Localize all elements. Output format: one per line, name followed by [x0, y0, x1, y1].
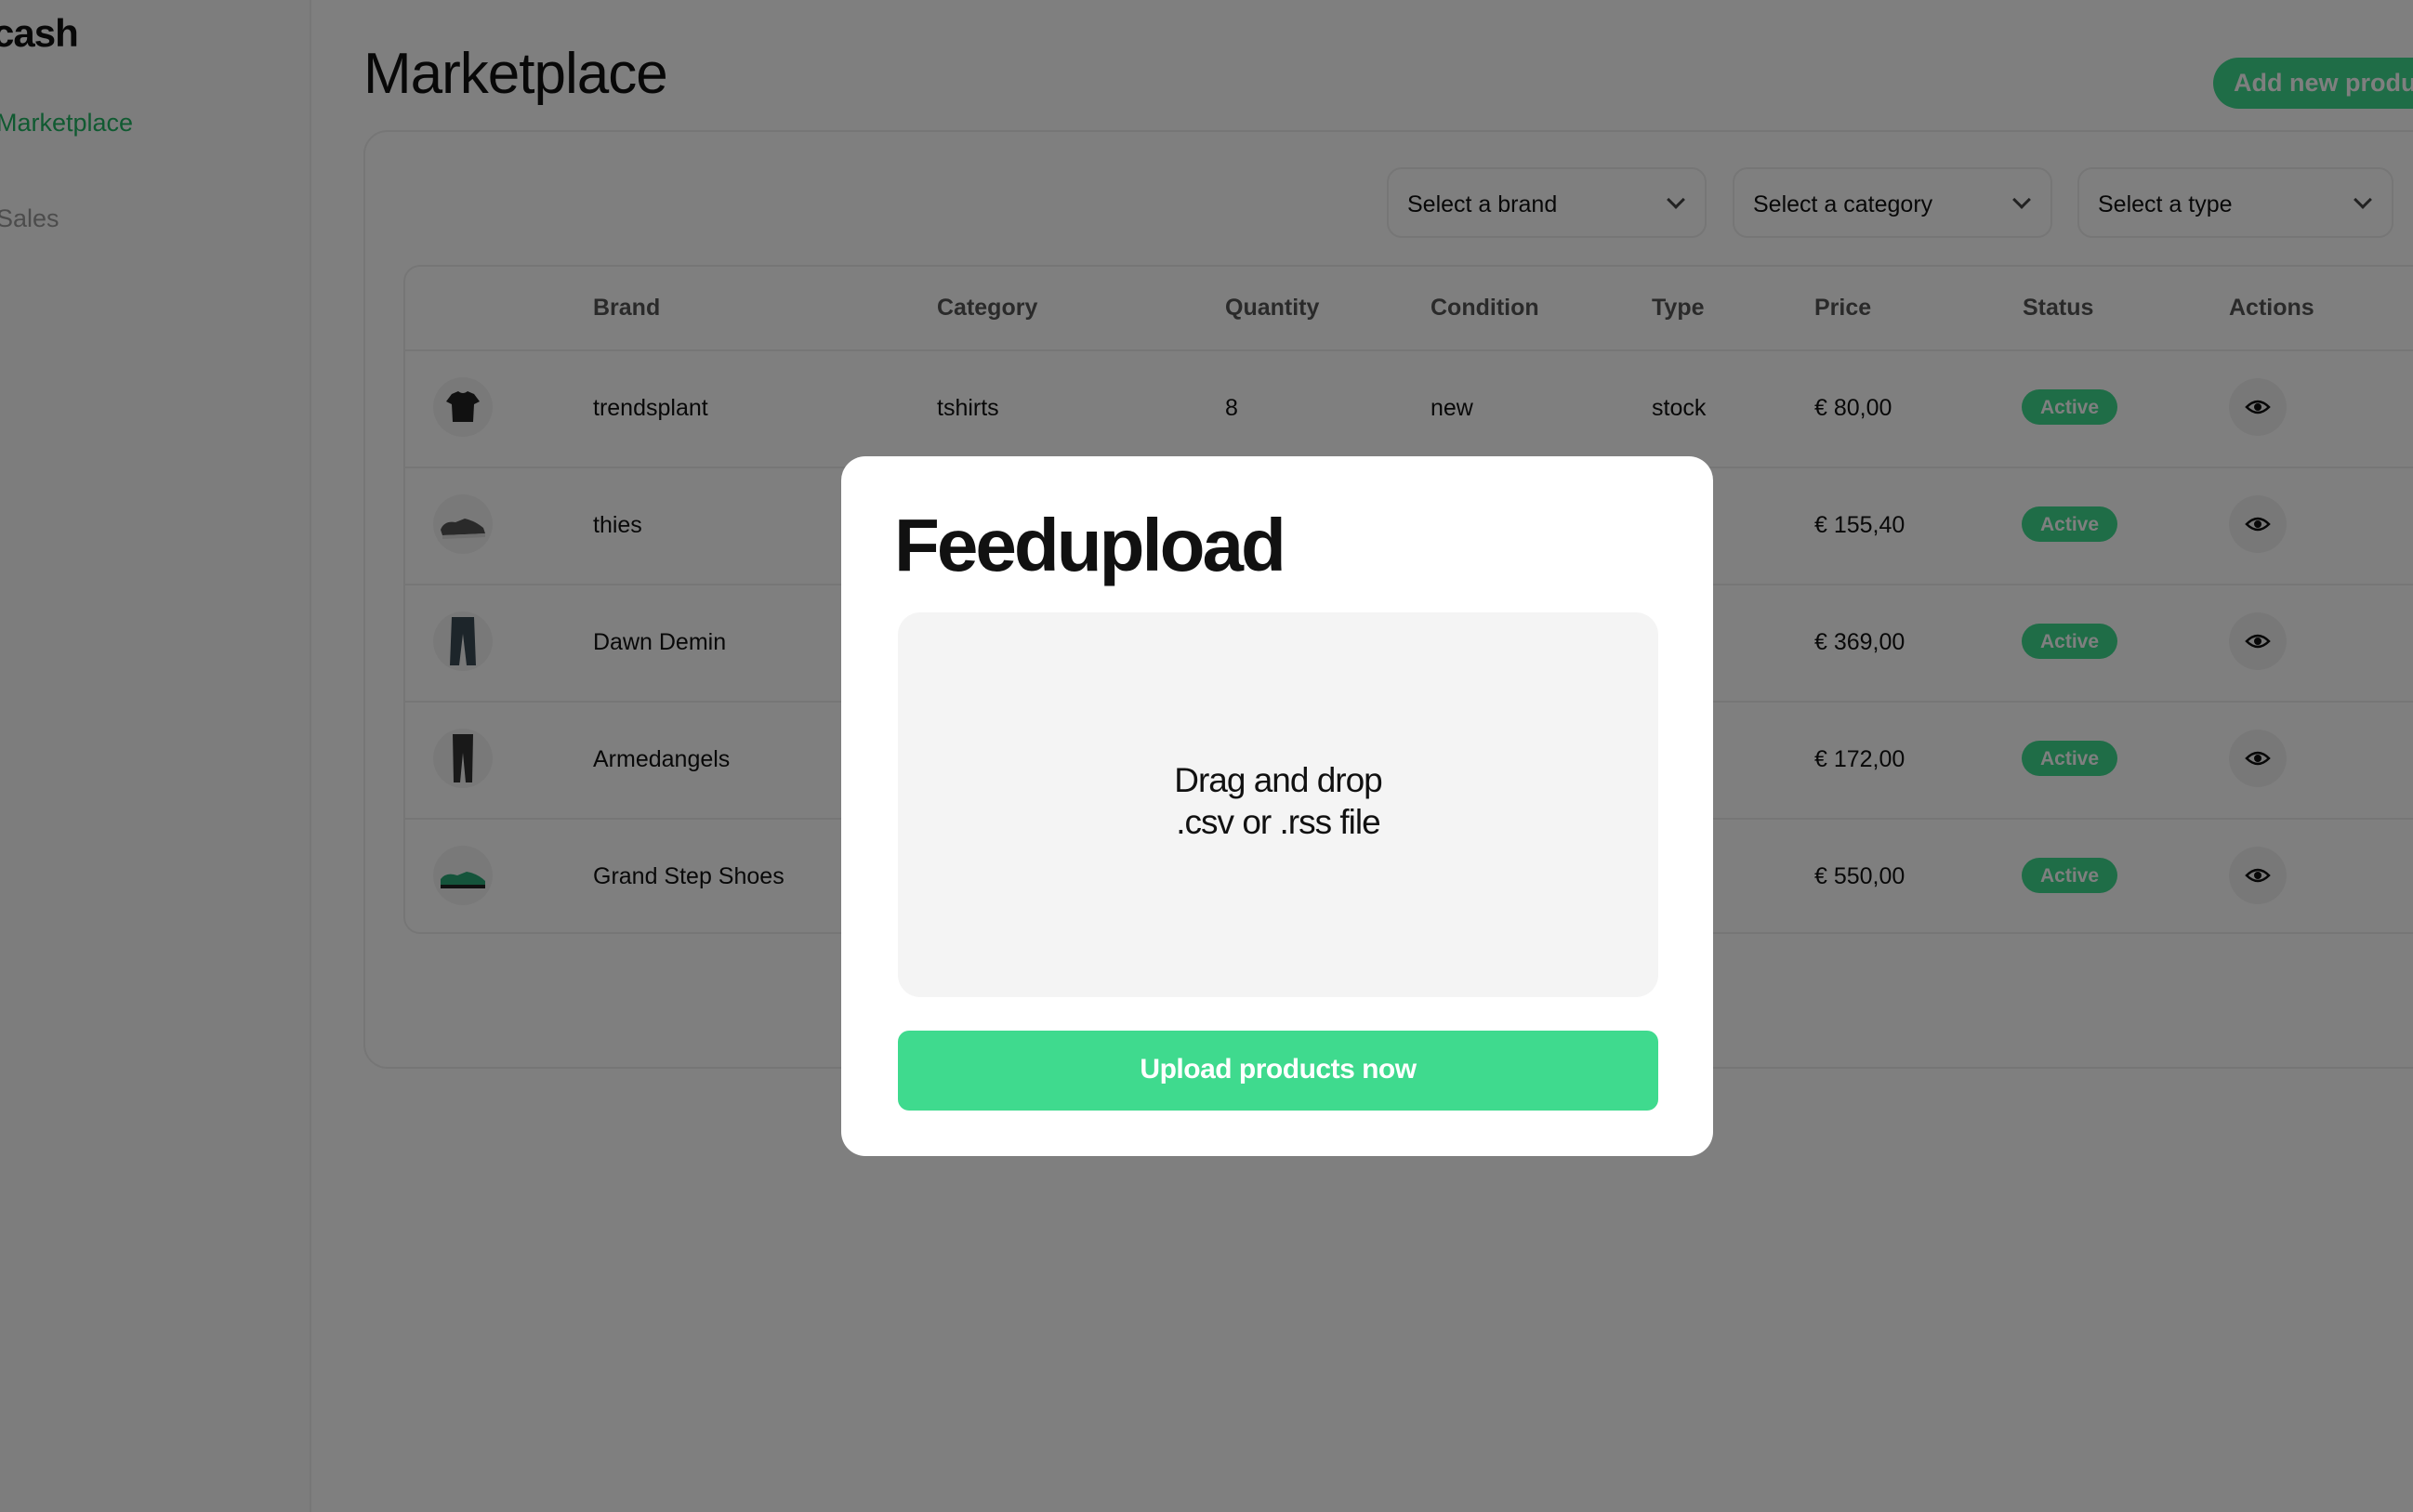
- modal-title: Feedupload: [894, 504, 1286, 586]
- feedupload-modal: Feedupload Drag and drop .csv or .rss fi…: [841, 456, 1713, 1156]
- file-dropzone[interactable]: Drag and drop .csv or .rss file: [898, 612, 1658, 997]
- dropzone-line-1: Drag and drop: [1174, 761, 1383, 799]
- dropzone-text: Drag and drop .csv or .rss file: [898, 759, 1658, 843]
- upload-products-button[interactable]: Upload products now: [898, 1031, 1658, 1111]
- dropzone-line-2: .csv or .rss file: [1176, 803, 1380, 841]
- app-root: cash Marketplace Sales Marketplace Add n…: [0, 0, 2413, 1512]
